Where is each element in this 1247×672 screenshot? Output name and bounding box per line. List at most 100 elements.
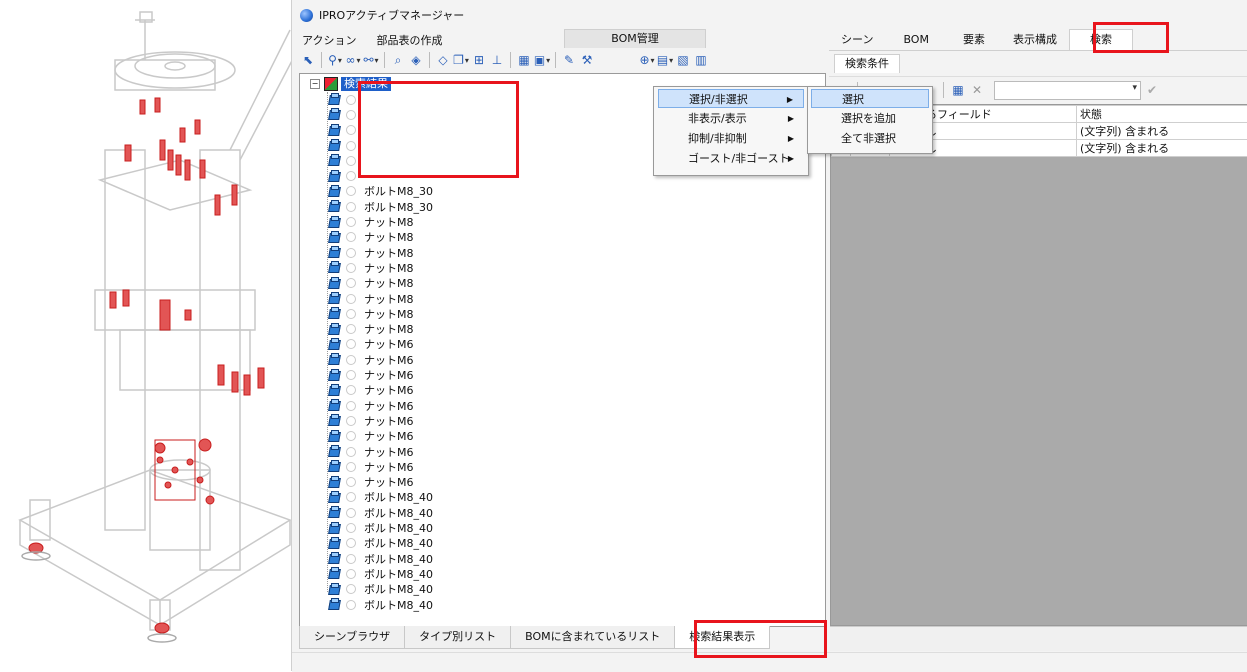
tree-item[interactable]: ボルトM8_40 (328, 505, 433, 520)
bom-management-tab[interactable]: BOM管理 (564, 29, 706, 48)
tree-item[interactable]: ナットM6 (328, 398, 414, 413)
tree-item[interactable]: ナットM8 (328, 230, 414, 245)
tab-elements[interactable]: 要素 (947, 30, 1001, 50)
tree-item[interactable]: ナットM8 (328, 260, 414, 275)
tree-item[interactable]: ボルトM8_40 (328, 490, 433, 505)
visibility-radio[interactable] (346, 447, 356, 457)
isolate-icon[interactable]: ◇ (435, 52, 451, 68)
menu-item-hide-show[interactable]: 非表示/表示▶ (658, 109, 804, 128)
visibility-radio[interactable] (346, 600, 356, 610)
tree-item[interactable]: ナットM8 (328, 276, 414, 291)
menu-item-ghost[interactable]: ゴースト/非ゴースト▶ (658, 149, 804, 168)
edit-icon[interactable]: ✎ (561, 52, 577, 68)
menu-create-bom[interactable]: 部品表の作成 (366, 32, 452, 48)
visibility-radio[interactable] (346, 324, 356, 334)
link-icon[interactable]: ∞ (345, 52, 361, 68)
visibility-radio[interactable] (346, 217, 356, 227)
tree-item[interactable]: ボルトM8_30 (328, 199, 433, 214)
tab-search-conditions[interactable]: 検索条件 (834, 54, 900, 73)
collapse-icon[interactable]: − (310, 79, 320, 89)
visibility-radio[interactable] (346, 538, 356, 548)
select-tool-icon[interactable]: ⬉ (300, 52, 316, 68)
zoom-icon[interactable]: ⊕ (639, 52, 655, 68)
visibility-radio[interactable] (346, 202, 356, 212)
visibility-radio[interactable] (346, 569, 356, 579)
tree-item[interactable]: ボルトM8_40 (328, 582, 433, 597)
visibility-radio[interactable] (346, 416, 356, 426)
table-icon[interactable]: ▦ (516, 52, 532, 68)
grid-cell-state[interactable]: (文字列) 含まれる (1077, 123, 1247, 140)
find-icon[interactable]: ⌕ (390, 52, 406, 68)
search-condition-grid[interactable]: 評価するフィールド 状態 指定なし (文字列) 含まれる OR 指定なし (文字… (830, 104, 1247, 626)
tab-bom[interactable]: BOM (885, 30, 947, 50)
tree-item[interactable]: ナットM6 (328, 352, 414, 367)
tree-item[interactable]: ナットM8 (328, 214, 414, 229)
visibility-radio[interactable] (346, 508, 356, 518)
network-icon[interactable]: ⊞ (471, 52, 487, 68)
visibility-radio[interactable] (346, 355, 356, 365)
new-table-icon[interactable]: ▦ (950, 82, 966, 98)
tree-item[interactable]: ナットM6 (328, 475, 414, 490)
visibility-radio[interactable] (346, 263, 356, 273)
visibility-radio[interactable] (346, 492, 356, 502)
cad-model-view[interactable] (0, 0, 295, 671)
visibility-radio[interactable] (346, 584, 356, 594)
visibility-radio[interactable] (346, 125, 356, 135)
org-chart-icon[interactable]: ⊥ (489, 52, 505, 68)
tree-item[interactable]: ボルトM8_30 (328, 184, 433, 199)
visibility-radio[interactable] (346, 156, 356, 166)
tree-icon[interactable]: ⚯ (363, 52, 379, 68)
tab-scene-browser[interactable]: シーンブラウザ (299, 626, 405, 649)
tree-item[interactable]: ナットM6 (328, 367, 414, 382)
visibility-radio[interactable] (346, 95, 356, 105)
tree-item[interactable]: ボルトM8_40 (328, 566, 433, 581)
visibility-radio[interactable] (346, 171, 356, 181)
tree-item[interactable]: ボルトM8_40 (328, 520, 433, 535)
hierarchy-icon[interactable]: ⚲ (327, 52, 343, 68)
visibility-radio[interactable] (346, 554, 356, 564)
tree-item[interactable]: ボルトM8_40 (328, 597, 433, 612)
visibility-radio[interactable] (346, 141, 356, 151)
tree-item[interactable]: ナットM6 (328, 413, 414, 428)
condition-combo[interactable] (994, 81, 1141, 100)
grid-view-icon[interactable]: ▤ (657, 52, 673, 68)
visibility-radio[interactable] (346, 339, 356, 349)
visibility-radio[interactable] (346, 232, 356, 242)
tree-item[interactable]: ボルトM8_40 (328, 536, 433, 551)
visibility-radio[interactable] (346, 110, 356, 120)
label-icon[interactable]: ▧ (675, 52, 691, 68)
check-icon[interactable]: ✔ (1144, 82, 1160, 98)
tab-type-list[interactable]: タイプ別リスト (404, 626, 511, 649)
visibility-radio[interactable] (346, 370, 356, 380)
submenu-item-add-selection[interactable]: 選択を追加 (811, 109, 929, 128)
visibility-radio[interactable] (346, 523, 356, 533)
tree-item[interactable]: ナットM8 (328, 306, 414, 321)
tab-bom-list[interactable]: BOMに含まれているリスト (510, 626, 675, 649)
tree-item[interactable]: ナットM6 (328, 337, 414, 352)
tree-item[interactable]: ナットM8 (328, 322, 414, 337)
visibility-radio[interactable] (346, 401, 356, 411)
tab-display-config[interactable]: 表示構成 (1001, 30, 1069, 50)
layout-icon[interactable]: ▥ (693, 52, 709, 68)
menu-item-select-toggle[interactable]: 選択/非選択▶ (658, 89, 804, 108)
tree-item[interactable]: ナットM8 (328, 291, 414, 306)
submenu-item-deselect-all[interactable]: 全て非選択 (811, 129, 929, 148)
submenu-item-select[interactable]: 選択 (811, 89, 929, 108)
copy-icon[interactable]: ❐ (453, 52, 469, 68)
visibility-radio[interactable] (346, 431, 356, 441)
tree-item[interactable]: ナットM6 (328, 459, 414, 474)
grid-cell-state[interactable]: (文字列) 含まれる (1077, 140, 1247, 157)
tree-item[interactable]: ナットM6 (328, 383, 414, 398)
tree-item[interactable]: ナットM8 (328, 245, 414, 260)
visibility-radio[interactable] (346, 278, 356, 288)
visibility-radio[interactable] (346, 309, 356, 319)
menu-action[interactable]: アクション (292, 32, 366, 48)
tree-item[interactable]: ナットM6 (328, 429, 414, 444)
window-icon[interactable]: ▣ (534, 52, 550, 68)
tree-item[interactable]: ナットM6 (328, 444, 414, 459)
visibility-radio[interactable] (346, 462, 356, 472)
menu-item-suppress[interactable]: 抑制/非抑制▶ (658, 129, 804, 148)
delete-icon[interactable]: ✕ (969, 82, 985, 98)
visibility-radio[interactable] (346, 294, 356, 304)
tab-scene[interactable]: シーン (829, 30, 885, 50)
